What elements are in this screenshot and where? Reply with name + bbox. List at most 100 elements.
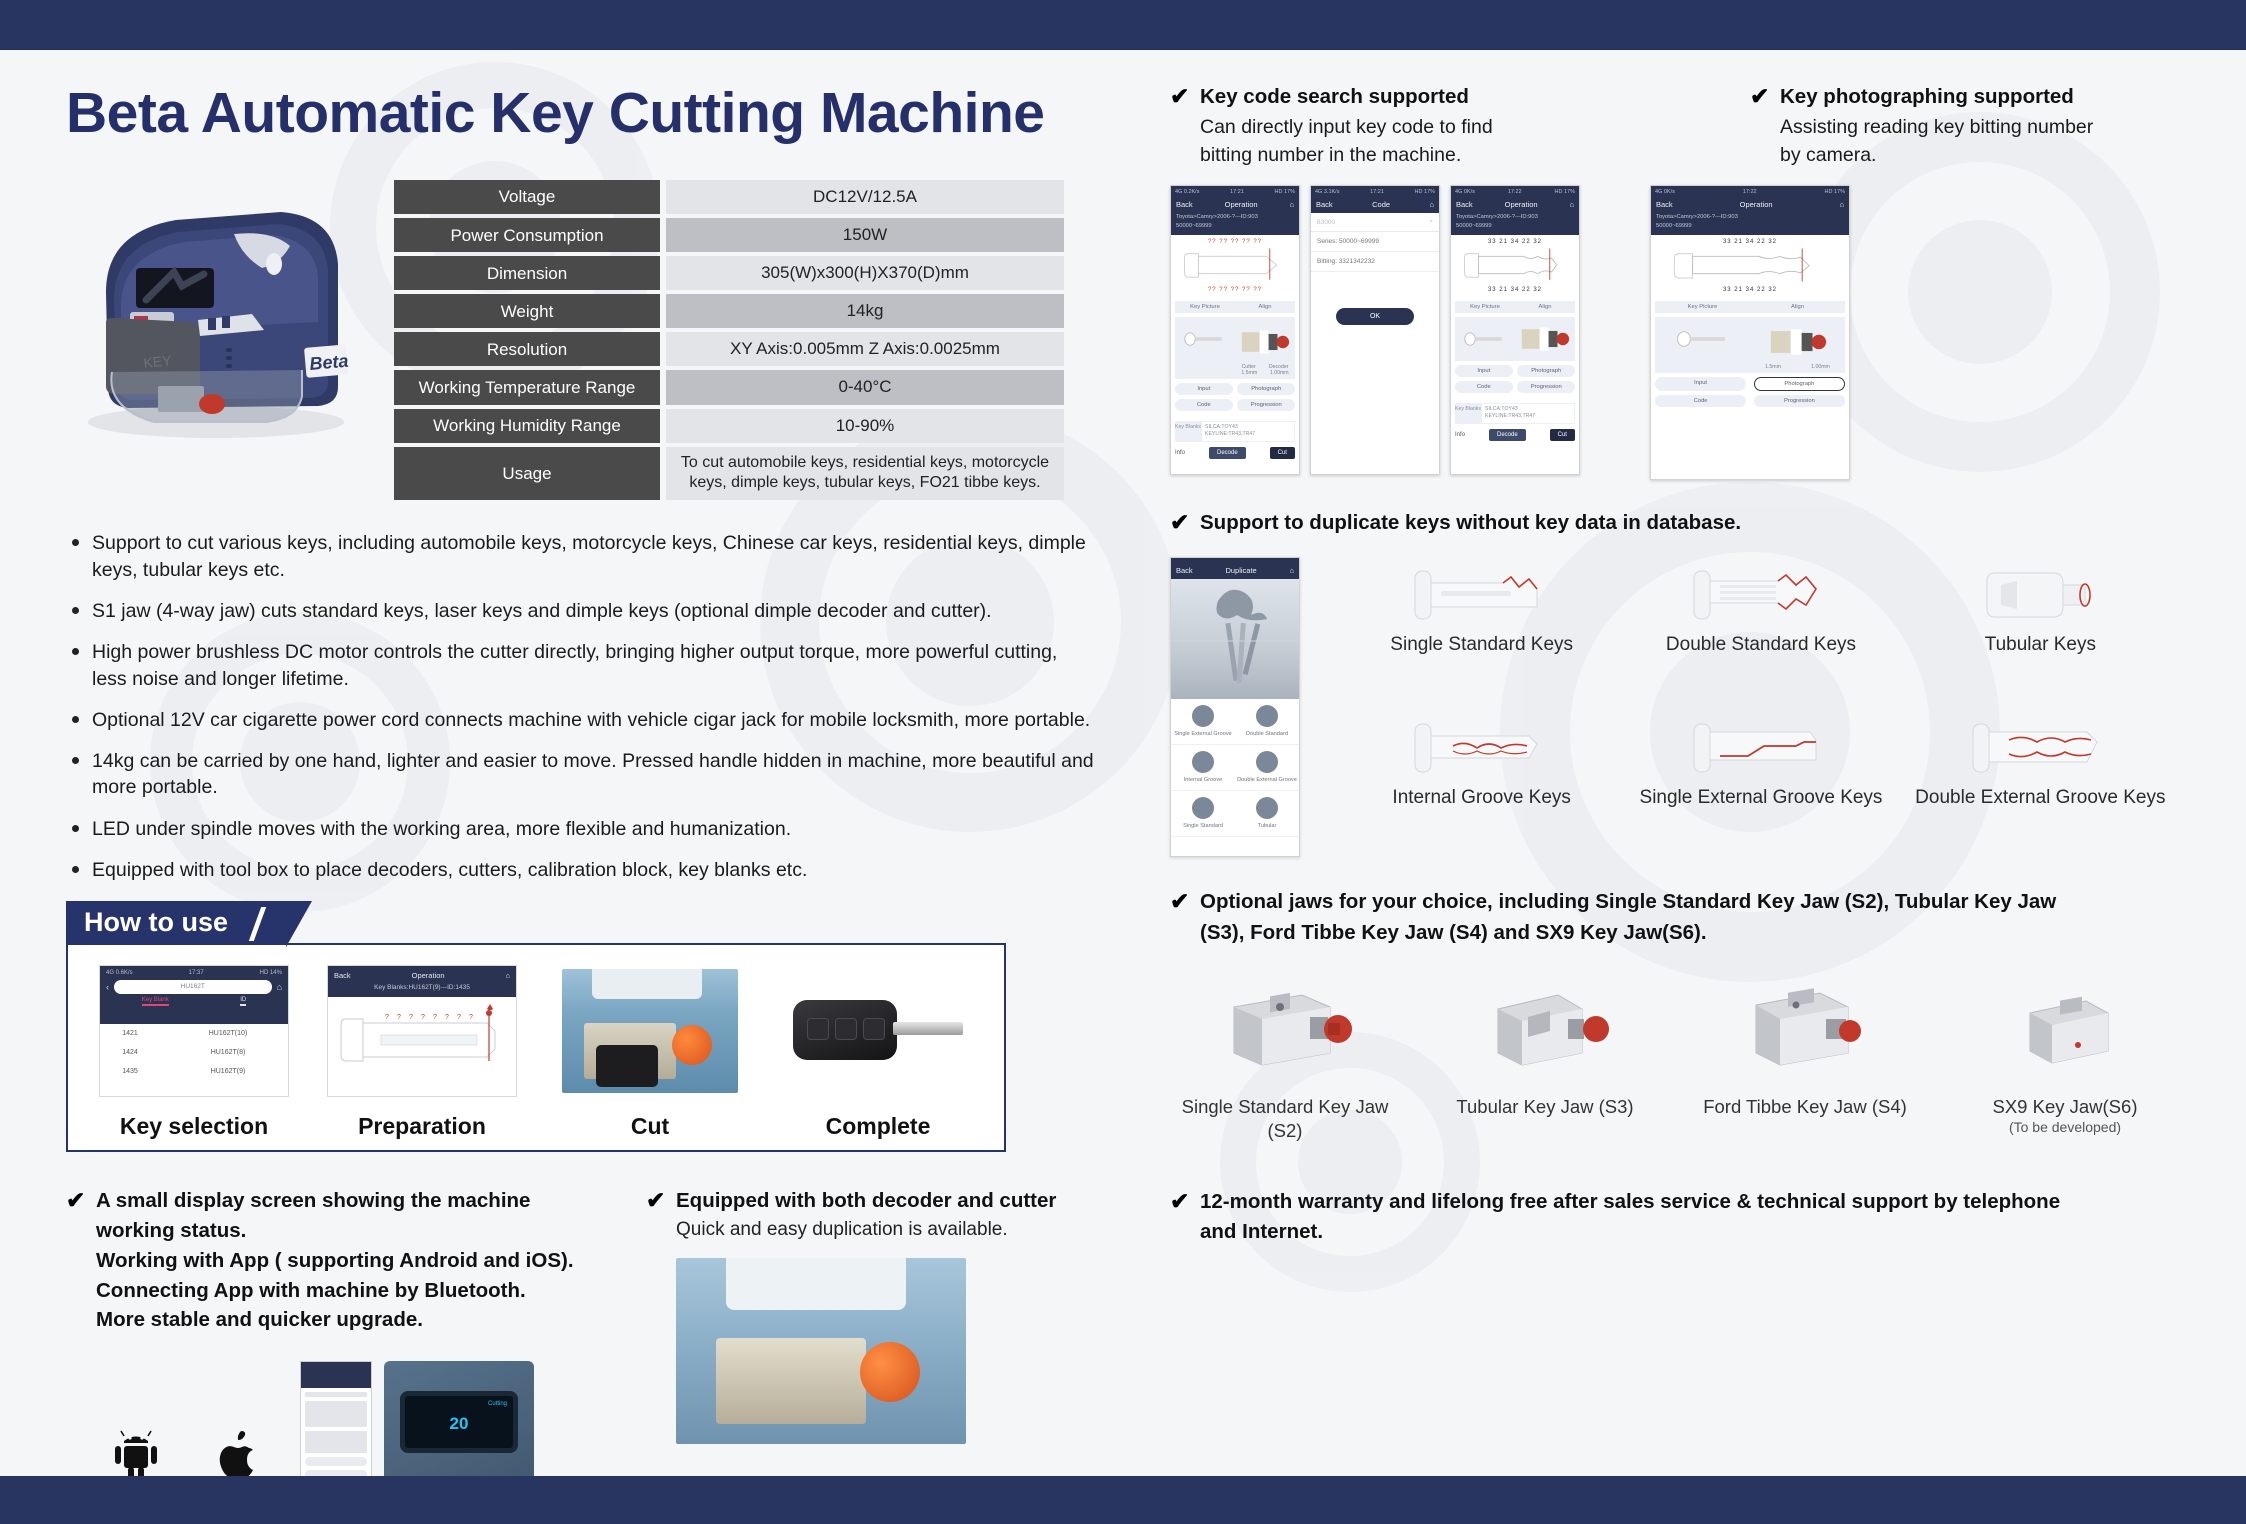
status-left: 4G 0.2K/s: [1175, 189, 1200, 196]
jaw-image: [1690, 963, 1920, 1083]
home-icon[interactable]: ⌂: [1569, 200, 1574, 209]
code-button[interactable]: Code: [1455, 380, 1513, 393]
spec-value: XY Axis:0.005mm Z Axis:0.0025mm: [666, 332, 1064, 367]
back-button[interactable]: Back: [1656, 200, 1673, 209]
key-blanks-label: Key Blanks: [1175, 420, 1201, 443]
step-image: [545, 961, 755, 1101]
back-button[interactable]: Back: [1176, 566, 1193, 575]
input-button[interactable]: Input: [1655, 376, 1747, 391]
progression-button[interactable]: Progression: [1753, 394, 1845, 407]
step-label: Cut: [630, 1113, 670, 1140]
specification-table: Voltage DC12V/12.5A Power Consumption 15…: [394, 180, 1064, 504]
svg-text:KEY: KEY: [143, 352, 173, 371]
feature-line-5: More stable and quicker upgrade.: [96, 1308, 423, 1332]
vehicle-path-text: Toyota>Camry>2006-?---ID:903: [1656, 214, 1738, 221]
back-button[interactable]: Back: [334, 971, 351, 980]
tab-id[interactable]: ID: [240, 997, 247, 1007]
svg-text:?: ?: [469, 1014, 473, 1021]
option-internal-groove[interactable]: Internal Groove: [1171, 745, 1235, 792]
photograph-button[interactable]: Photograph: [1753, 376, 1845, 391]
phone-header: Back Operation ⌂ Key Blanks:HU162T(9)---…: [328, 966, 516, 998]
info-button[interactable]: Info: [1175, 450, 1185, 456]
search-icon[interactable]: ⌕: [1429, 218, 1433, 226]
key-type-label-text: Double External Groove Keys: [1915, 787, 2166, 809]
svg-text:?: ?: [457, 1014, 461, 1021]
svg-text:Beta: Beta: [309, 351, 350, 374]
progression-button[interactable]: Progression: [1517, 380, 1575, 393]
decode-button[interactable]: Decode: [1488, 429, 1526, 442]
app-button: [305, 1456, 367, 1466]
list-item: LED under spindle moves with the working…: [66, 816, 1096, 842]
list-item[interactable]: 1421 HU162T(10): [100, 1024, 288, 1043]
decode-button[interactable]: Decode: [1208, 447, 1246, 460]
code-search-input[interactable]: 63000 ⌕: [1311, 213, 1439, 233]
table-row: Dimension 305(W)x300(H)X370(D)mm: [394, 256, 1064, 291]
action-buttons: Input Photograph Code Progression: [1451, 361, 1579, 401]
svg-text:?: ?: [385, 1014, 389, 1021]
home-icon[interactable]: ⌂: [1839, 200, 1844, 209]
photograph-button[interactable]: Photograph: [1237, 382, 1295, 395]
align-image: [1235, 320, 1295, 364]
vehicle-path-text: Toyota>Camry>2006-?---ID:903: [1456, 214, 1538, 221]
key-diagram: 33 21 34 22 32 33 21 34 22 32: [1451, 234, 1579, 297]
back-button[interactable]: Back: [1456, 200, 1473, 209]
key-diagram: ?? ?? ?? ?? ?? ?? ?? ?? ?? ??: [1171, 234, 1299, 297]
search-input[interactable]: HU162T: [114, 980, 272, 995]
input-button[interactable]: Input: [1175, 382, 1233, 395]
code-button[interactable]: Code: [1175, 398, 1233, 411]
back-button[interactable]: Back: [1316, 200, 1333, 209]
progression-button[interactable]: Progression: [1237, 398, 1295, 411]
home-icon[interactable]: ⌂: [277, 982, 282, 992]
step-complete: Complete: [773, 961, 983, 1140]
option-single-external-groove[interactable]: Single External Groove: [1171, 699, 1235, 746]
list-item[interactable]: 1435 HU162T(9): [100, 1062, 288, 1081]
jaws-line-2: (S3), Ford Tibbe Key Jaw (S4) and SX9 Ke…: [1200, 920, 1707, 944]
option-double-external-groove[interactable]: Double External Groove: [1235, 745, 1299, 792]
code-button[interactable]: Code: [1655, 394, 1747, 407]
info-button[interactable]: Info: [1455, 432, 1465, 438]
home-icon[interactable]: ⌂: [505, 971, 510, 980]
key-type-single-standard: Single Standard Keys: [1342, 557, 1621, 704]
ok-button[interactable]: OK: [1336, 308, 1414, 326]
check-icon: ✔: [1170, 509, 1190, 536]
home-icon[interactable]: ⌂: [1429, 200, 1434, 209]
back-icon[interactable]: ‹: [106, 982, 109, 992]
vehicle-path-text: Toyota>Camry>2006-?---ID:903: [1176, 214, 1258, 221]
step-label: Key selection: [119, 1113, 269, 1140]
panel-align: Align: [1258, 303, 1272, 310]
phone-mockup-key-selection: 4G 0.6K/s 17:37 HD 14% ‹ HU162T ⌂ Key Bl…: [99, 965, 289, 1098]
bitting-bottom: 33 21 34 22 32: [1487, 286, 1543, 293]
table-row: Power Consumption 150W: [394, 218, 1064, 253]
option-label: Double Standard: [1246, 731, 1288, 738]
nav-title: Code: [1372, 200, 1391, 210]
align-image: [1750, 320, 1845, 364]
input-button[interactable]: Input: [1455, 364, 1513, 377]
spec-key: Working Temperature Range: [394, 370, 660, 405]
status-time: 17:22: [1507, 189, 1522, 196]
option-double-standard[interactable]: Double Standard: [1235, 699, 1299, 746]
feature-line-1: Can directly input key code to find: [1200, 115, 1493, 138]
option-label: Single External Groove: [1174, 731, 1232, 738]
nav-bar: Back Code ⌂: [1311, 198, 1439, 214]
cutting-photo: [562, 969, 738, 1094]
back-button[interactable]: Back: [1176, 200, 1193, 209]
jaws-line-1: Optional jaws for your choice, including…: [1200, 890, 2057, 914]
row-name: HU162T(10): [208, 1030, 248, 1038]
home-icon[interactable]: ⌂: [1289, 200, 1294, 209]
option-tubular[interactable]: Tubular: [1235, 791, 1299, 838]
option-single-standard[interactable]: Single Standard: [1171, 791, 1235, 838]
jaw-s4: Ford Tibbe Key Jaw (S4): [1690, 963, 1920, 1143]
home-icon[interactable]: ⌂: [1289, 566, 1294, 575]
key-picture-thumb: [1175, 317, 1235, 361]
tab-key-blank[interactable]: Key Blank: [141, 997, 169, 1007]
cut-button[interactable]: Cut: [1549, 429, 1575, 442]
photograph-button[interactable]: Photograph: [1517, 364, 1575, 377]
list-item[interactable]: 1424 HU162T(8): [100, 1043, 288, 1062]
feature-optional-jaws: ✔ Optional jaws for your choice, includi…: [1170, 887, 2180, 949]
check-icon: ✔: [1170, 1187, 1190, 1214]
spec-value: To cut automobile keys, residential keys…: [666, 446, 1064, 501]
jaw-image: [1950, 963, 2180, 1083]
cut-button[interactable]: Cut: [1269, 447, 1295, 460]
key-type-internal-groove: Internal Groove Keys: [1342, 710, 1621, 857]
table-row: Working Humidity Range 10-90%: [394, 408, 1064, 443]
